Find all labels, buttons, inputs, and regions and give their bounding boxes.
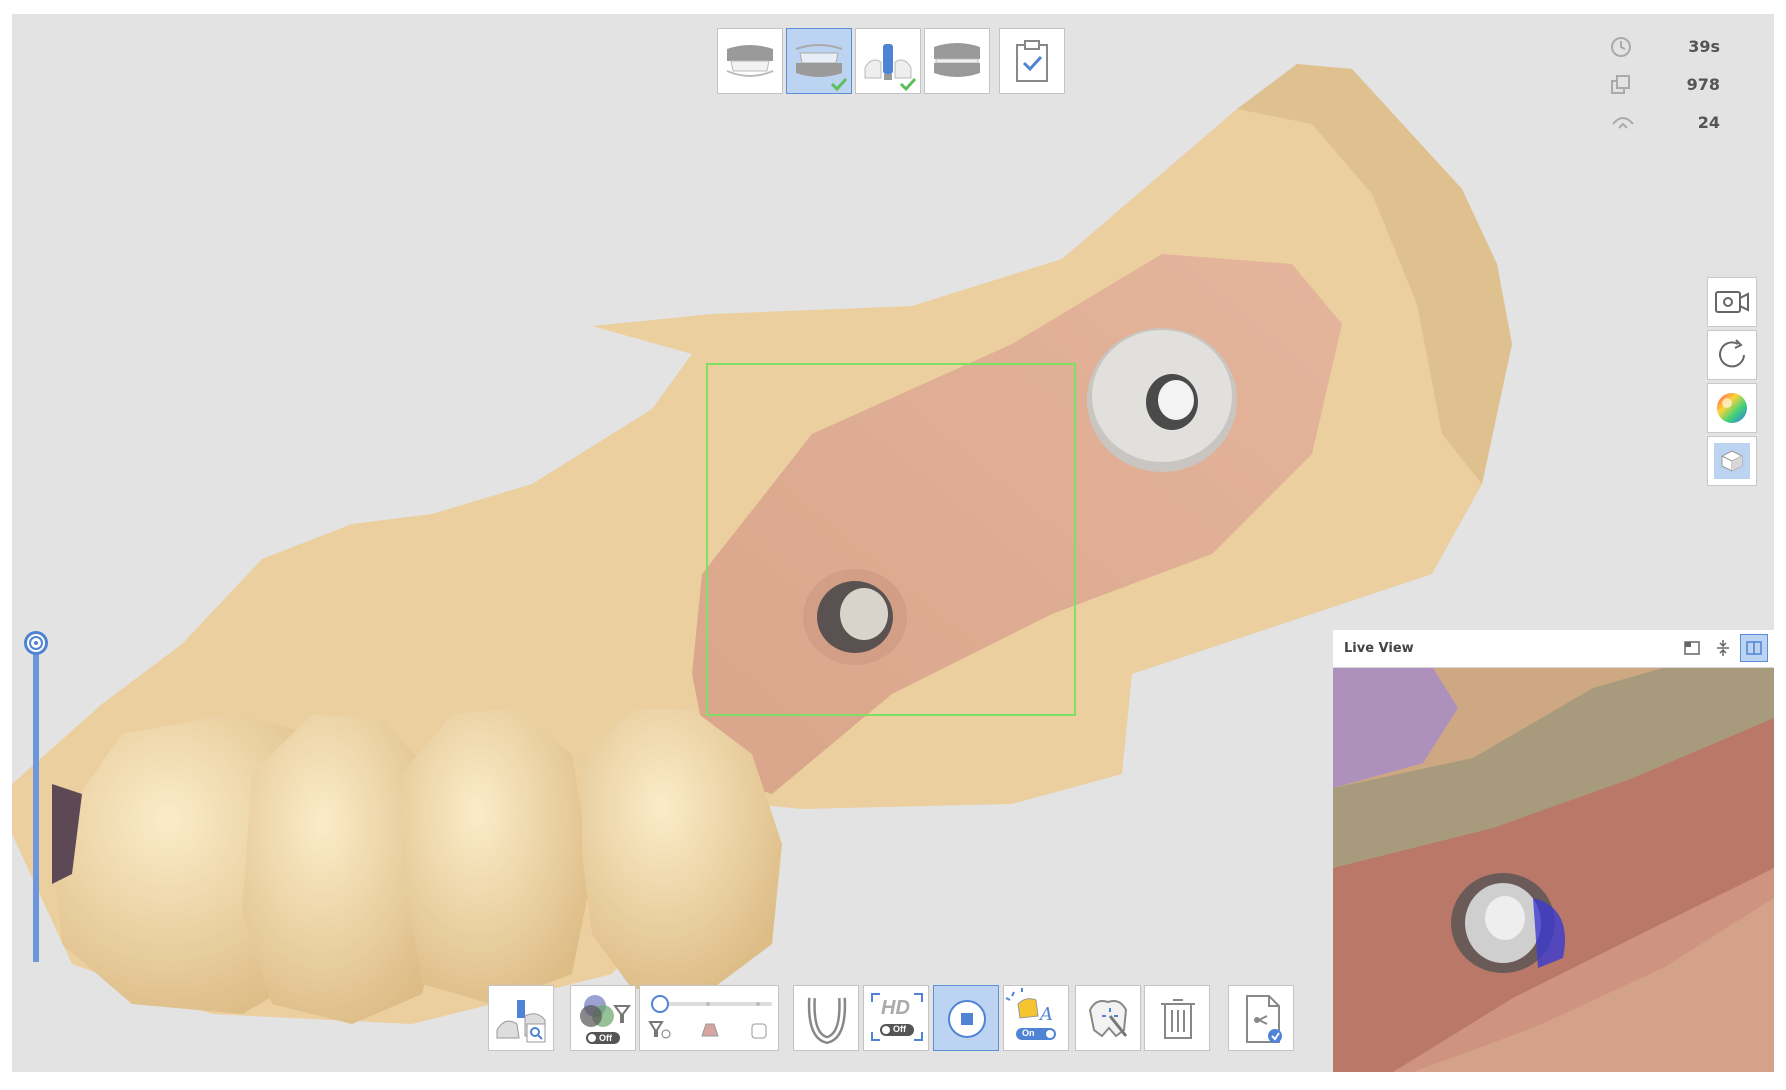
frame-count-stat: 978 <box>1610 72 1720 98</box>
dental-arch-icon <box>807 997 847 1045</box>
third-stat: 24 <box>1610 110 1720 136</box>
stage-lower-jaw[interactable] <box>786 28 852 94</box>
video-record-icon <box>1715 291 1749 313</box>
export-button[interactable] <box>1228 985 1294 1051</box>
review-button[interactable] <box>999 28 1065 94</box>
tooth <box>402 709 592 1004</box>
smart-select-tool[interactable] <box>1075 985 1141 1051</box>
stage-occlusion[interactable] <box>924 28 990 94</box>
hd-label: HD <box>881 997 910 1019</box>
aperture-icon <box>29 636 43 650</box>
stage-scan-body[interactable] <box>855 28 921 94</box>
frames-icon <box>1611 75 1630 94</box>
popout-window-icon <box>1684 641 1700 655</box>
scan-area-frame <box>706 363 1076 716</box>
clock-icon <box>1611 37 1631 57</box>
file-export-icon <box>1246 995 1282 1043</box>
upper-jaw-icon <box>726 45 774 77</box>
scan-body-ring <box>1087 328 1237 472</box>
filter-toggle-tool[interactable]: Off <box>570 985 636 1051</box>
filter-sensitivity-slider[interactable] <box>639 985 779 1051</box>
hd-toggle-tool[interactable]: HD Off <box>863 985 929 1051</box>
ai-tool[interactable]: A On <box>1003 985 1069 1051</box>
reset-view-icon <box>1719 339 1745 368</box>
live-view-header: Live View <box>1333 630 1774 668</box>
color-map-button[interactable] <box>1707 383 1757 433</box>
ai-tooth-icon: A <box>1005 988 1056 1040</box>
stop-icon <box>948 1000 986 1038</box>
clipboard-check-icon <box>1016 40 1048 82</box>
third-stat-value: 24 <box>1697 113 1720 132</box>
live-view-collapse-button[interactable] <box>1709 634 1737 662</box>
reset-view-button[interactable] <box>1707 330 1757 380</box>
live-view-popout-button[interactable] <box>1678 634 1706 662</box>
exposure-slider-track[interactable] <box>33 651 39 962</box>
video-record-button[interactable] <box>1707 277 1757 327</box>
stage-upper-jaw[interactable] <box>717 28 783 94</box>
svg-text:A: A <box>1038 1004 1053 1025</box>
trash-icon <box>1161 999 1195 1039</box>
solid-view-button[interactable] <box>1707 436 1757 486</box>
live-view-dock-button[interactable] <box>1740 634 1768 662</box>
occlusion-icon <box>934 43 980 77</box>
scan-area-tool[interactable] <box>488 985 554 1051</box>
arch-view-tool[interactable] <box>793 985 859 1051</box>
live-view-panel[interactable]: Live View <box>1333 630 1774 1072</box>
magic-wand-tooth-icon <box>1088 1000 1128 1038</box>
dock-panel-icon <box>1746 641 1762 655</box>
live-camera-feed <box>1333 668 1774 1072</box>
live-view-title: Live View <box>1344 641 1414 656</box>
check-icon <box>899 77 917 92</box>
filter-toggle-state: Off <box>599 1033 612 1043</box>
exposure-slider-handle[interactable] <box>24 631 48 655</box>
frame-count-value: 978 <box>1686 75 1720 94</box>
cube-icon <box>1721 450 1743 472</box>
scan-time-stat: 39s <box>1610 34 1720 60</box>
scan-time-value: 39s <box>1688 37 1720 56</box>
lower-jaw-icon <box>795 44 843 77</box>
delete-button[interactable] <box>1144 985 1210 1051</box>
rotation-arc-icon <box>1612 117 1634 129</box>
scan-area-search-icon <box>496 1000 546 1043</box>
color-map-icon <box>1717 393 1747 423</box>
ai-toggle-state: On <box>1022 1028 1035 1038</box>
collapse-icon <box>1717 640 1729 656</box>
check-icon <box>830 77 848 92</box>
3d-scan-viewport[interactable]: 39s 978 24 Off HD Off A On Live View <box>12 14 1774 1072</box>
hd-toggle-state: Off <box>893 1024 906 1034</box>
stop-scan-button[interactable] <box>933 985 999 1051</box>
filter-slider-icons <box>648 995 772 1039</box>
